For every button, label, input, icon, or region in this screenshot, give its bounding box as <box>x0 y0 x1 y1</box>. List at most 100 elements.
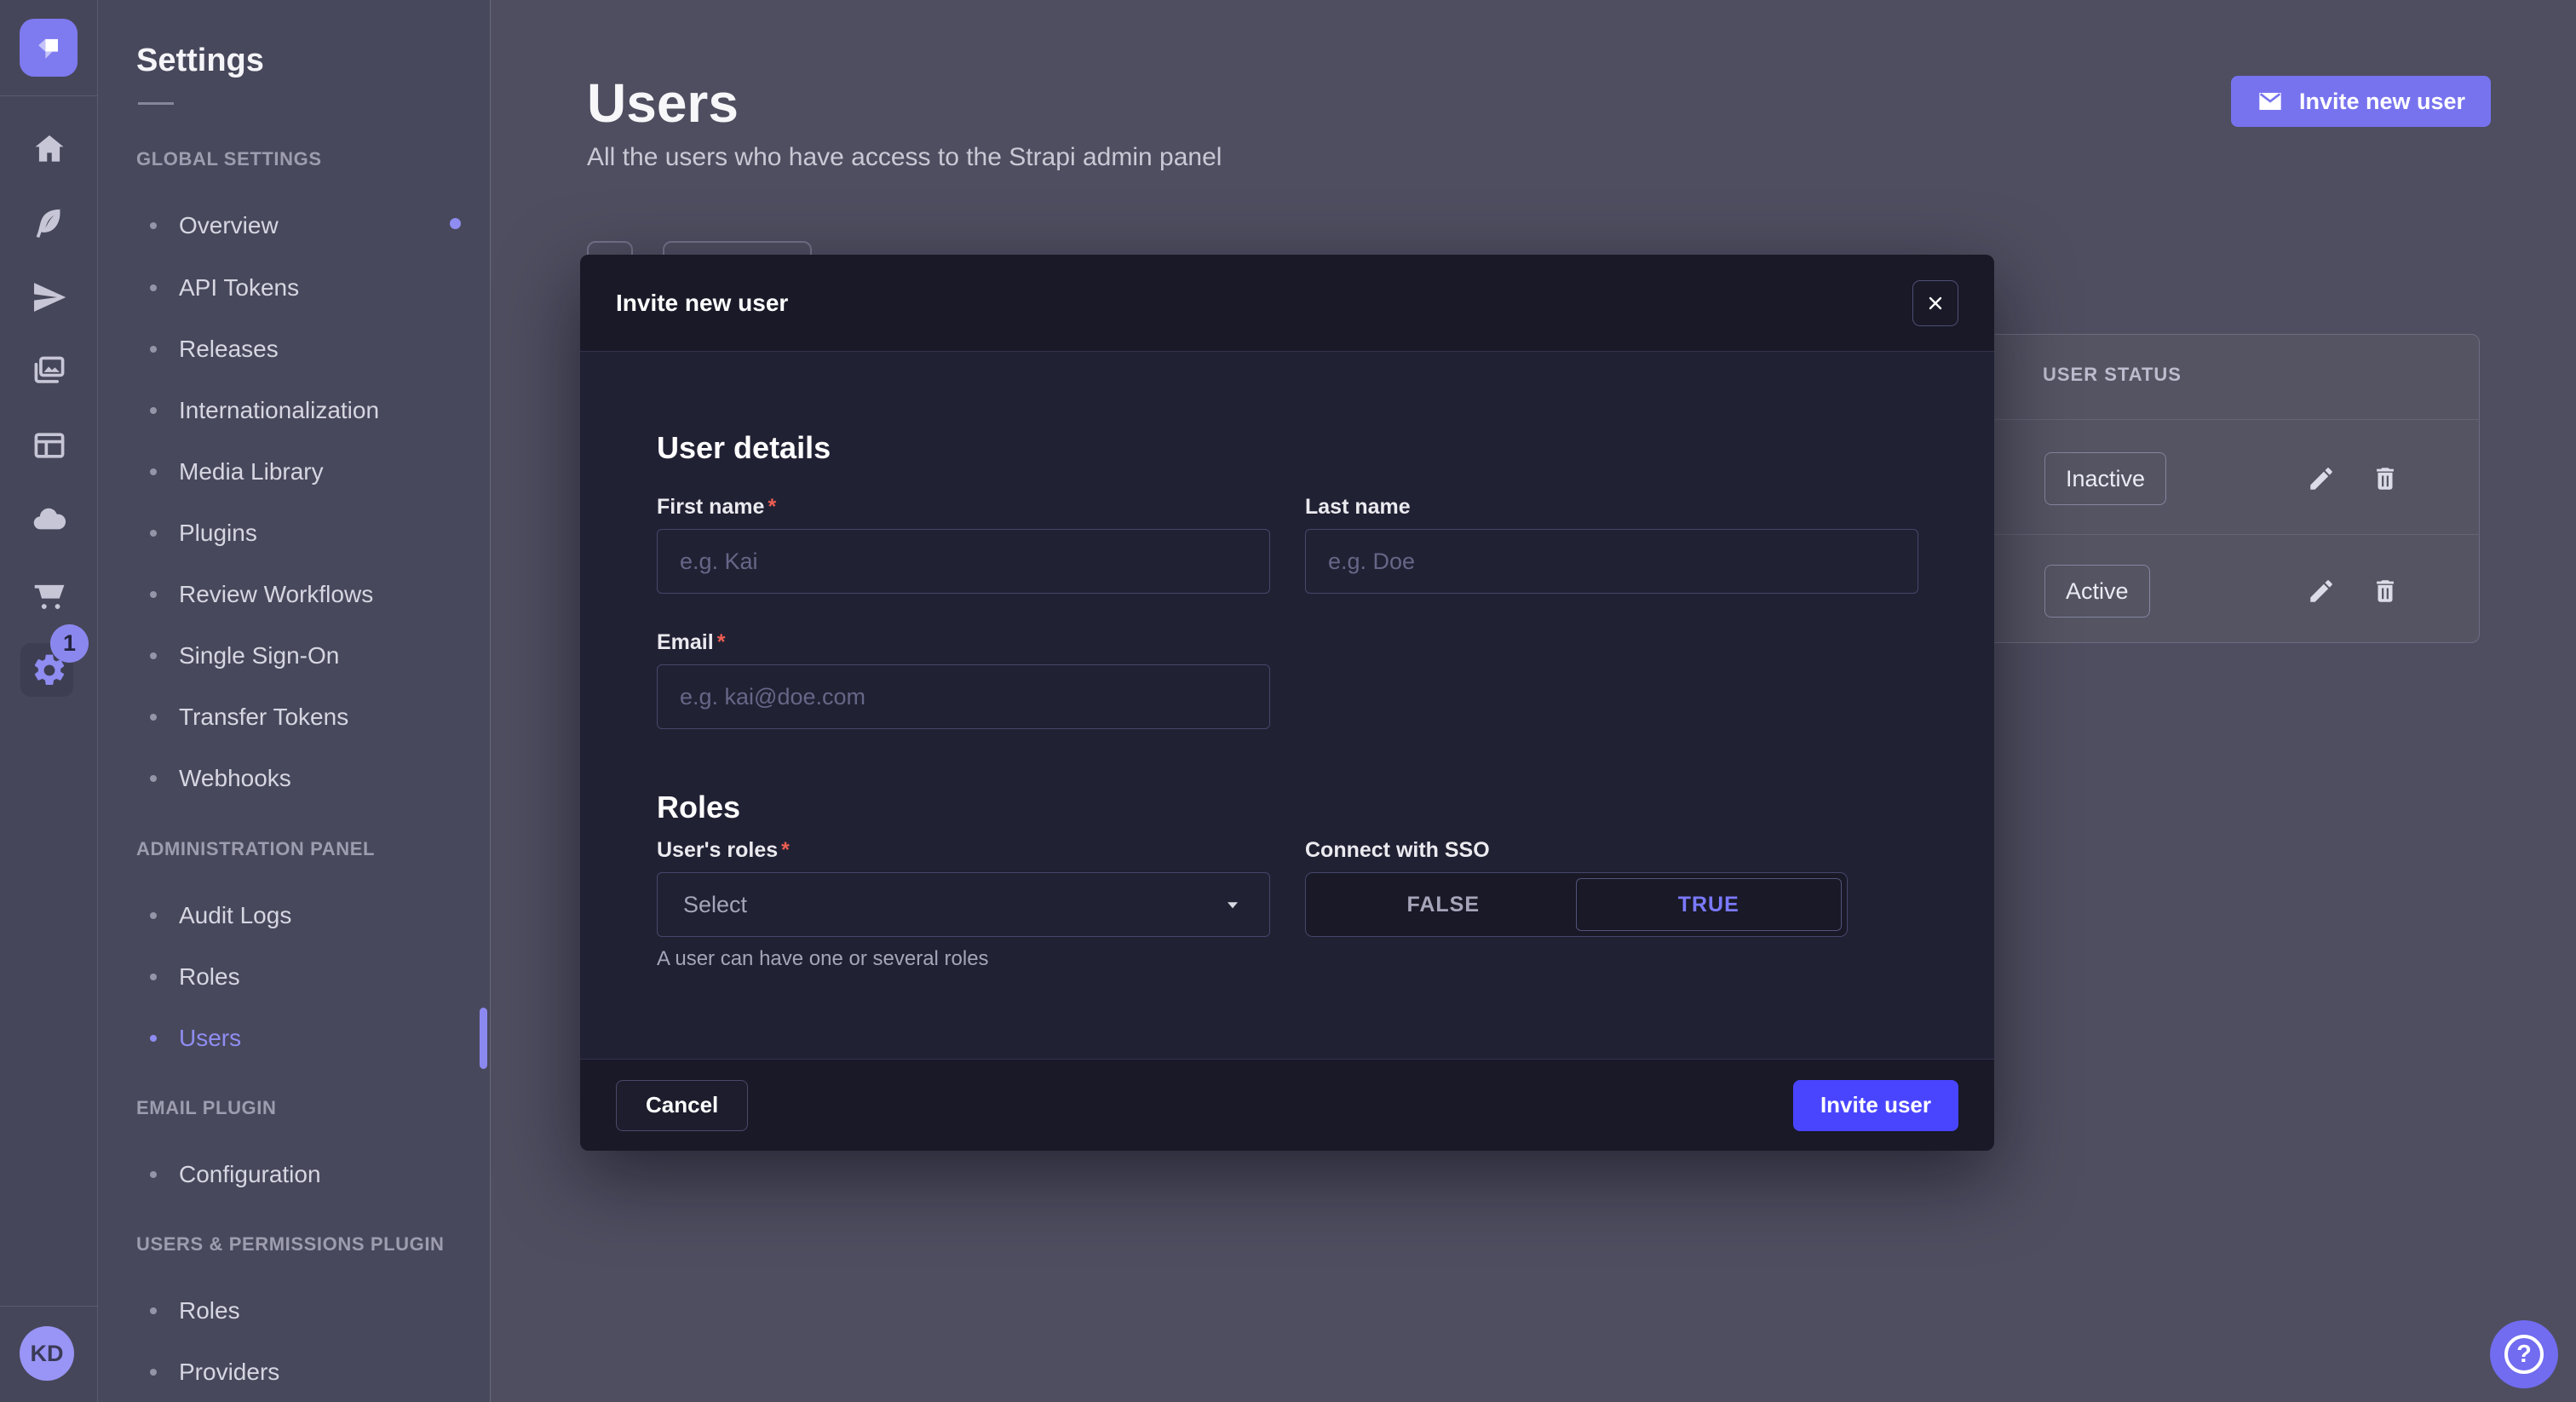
email-input[interactable] <box>657 664 1270 729</box>
invite-user-modal: Invite new user User details First name*… <box>580 255 1994 1151</box>
bullet-icon <box>150 912 157 919</box>
sidebar-item-plugins[interactable]: Plugins <box>136 516 257 550</box>
paper-plane-icon <box>31 279 68 316</box>
settings-notification-badge: 1 <box>50 624 89 663</box>
bullet-icon <box>150 530 157 537</box>
rail-bottom-divider <box>0 1306 97 1307</box>
roles-hint: A user can have one or several roles <box>657 947 989 971</box>
sidebar-item-single-sign-on[interactable]: Single Sign-On <box>136 639 339 673</box>
email-label: Email* <box>657 630 725 655</box>
user-avatar[interactable]: KD <box>20 1326 74 1381</box>
help-button[interactable]: ? <box>2490 1320 2558 1388</box>
sidebar-item-media-library[interactable] <box>0 346 98 397</box>
sidebar-item-marketplace[interactable] <box>0 568 98 619</box>
sidebar-item-up-roles[interactable]: Roles <box>136 1294 240 1328</box>
last-name-input[interactable] <box>1305 529 1918 594</box>
sidebar-item-cloud[interactable] <box>0 494 98 545</box>
rail-divider <box>0 95 97 96</box>
roles-heading: Roles <box>657 790 740 825</box>
images-icon <box>31 353 68 390</box>
cancel-button[interactable]: Cancel <box>616 1080 748 1131</box>
bullet-icon <box>150 652 157 659</box>
question-mark-icon: ? <box>2504 1335 2544 1374</box>
section-administration-panel: ADMINISTRATION PANEL <box>136 838 375 860</box>
sidebar-item-review-workflows[interactable]: Review Workflows <box>136 577 373 612</box>
bullet-icon <box>150 1171 157 1178</box>
status-badge: Active <box>2044 565 2150 618</box>
roles-select-value: Select <box>683 892 747 918</box>
main-nav-rail: 1 KD <box>0 0 98 1402</box>
settings-sidebar: Settings GLOBAL SETTINGS Overview API To… <box>98 0 491 1402</box>
sidebar-item-media-library[interactable]: Media Library <box>136 455 324 489</box>
invite-user-submit-button[interactable]: Invite user <box>1793 1080 1958 1131</box>
modal-header: Invite new user <box>580 255 1994 352</box>
bullet-icon <box>150 714 157 721</box>
pencil-icon <box>2307 577 2336 606</box>
modal-title: Invite new user <box>616 290 788 317</box>
bullet-icon <box>150 284 157 291</box>
required-mark: * <box>781 838 790 862</box>
user-details-heading: User details <box>657 430 831 466</box>
required-mark: * <box>768 495 776 519</box>
modal-body: User details First name* Last name Email… <box>580 352 1994 1059</box>
sidebar-item-admin-roles[interactable]: Roles <box>136 960 240 994</box>
sidebar-item-transfer-tokens[interactable]: Transfer Tokens <box>136 700 348 734</box>
roles-select[interactable]: Select <box>657 872 1270 937</box>
bullet-icon <box>150 407 157 414</box>
sidebar-item-internationalization[interactable]: Internationalization <box>136 394 379 428</box>
bullet-icon <box>150 591 157 598</box>
sidebar-item-home[interactable] <box>0 124 98 175</box>
bullet-icon <box>150 222 157 229</box>
sidebar-item-overview[interactable]: Overview <box>136 209 279 243</box>
sso-toggle: FALSE TRUE <box>1305 872 1848 937</box>
first-name-input[interactable] <box>657 529 1270 594</box>
last-name-label: Last name <box>1305 495 1411 520</box>
bullet-icon <box>150 1307 157 1314</box>
status-badge: Inactive <box>2044 452 2166 505</box>
title-underline <box>138 102 174 105</box>
sso-label: Connect with SSO <box>1305 838 1490 863</box>
column-header-user-status: USER STATUS <box>2043 364 2182 386</box>
close-modal-button[interactable] <box>1912 280 1958 326</box>
sidebar-item-releases[interactable]: Releases <box>136 332 279 366</box>
invite-new-user-button[interactable]: Invite new user <box>2231 76 2491 127</box>
bullet-icon <box>150 468 157 475</box>
section-email-plugin: EMAIL PLUGIN <box>136 1097 276 1119</box>
delete-user-button[interactable] <box>2366 572 2404 610</box>
edit-user-button[interactable] <box>2303 572 2340 610</box>
sidebar-item-webhooks[interactable]: Webhooks <box>136 761 291 796</box>
bullet-icon <box>150 346 157 353</box>
sidebar-item-configuration[interactable]: Configuration <box>136 1158 321 1192</box>
users-roles-label: User's roles* <box>657 838 790 863</box>
layout-icon <box>31 427 68 464</box>
first-name-label: First name* <box>657 495 776 520</box>
section-users-permissions-plugin: USERS & PERMISSIONS PLUGIN <box>136 1233 445 1255</box>
page-title: Users <box>587 72 739 135</box>
chevron-down-icon <box>1222 893 1244 916</box>
cart-icon <box>31 575 68 612</box>
sidebar-item-content-type-builder[interactable] <box>0 198 98 249</box>
sidebar-item-content-manager[interactable] <box>0 420 98 471</box>
sidebar-scrollbar[interactable] <box>480 1008 487 1069</box>
bullet-icon <box>150 1035 157 1042</box>
sso-false-option[interactable]: FALSE <box>1311 878 1576 931</box>
sidebar-item-api-tokens[interactable]: API Tokens <box>136 271 299 305</box>
sidebar-item-users[interactable]: Users <box>136 1021 241 1055</box>
bullet-icon <box>150 1369 157 1376</box>
bullet-icon <box>150 775 157 782</box>
sidebar-item-providers[interactable]: Providers <box>136 1355 279 1389</box>
section-global-settings: GLOBAL SETTINGS <box>136 148 322 170</box>
close-icon <box>1925 293 1946 313</box>
modal-footer: Cancel Invite user <box>580 1059 1994 1151</box>
settings-sidebar-title: Settings <box>136 43 264 79</box>
home-icon <box>31 130 68 168</box>
sidebar-item-audit-logs[interactable]: Audit Logs <box>136 899 291 933</box>
strapi-logo[interactable] <box>20 19 78 77</box>
sidebar-item-deploy[interactable] <box>0 272 98 323</box>
sso-true-option[interactable]: TRUE <box>1576 878 1843 931</box>
trash-icon <box>2371 464 2400 493</box>
delete-user-button[interactable] <box>2366 460 2404 497</box>
strapi-logo-icon <box>30 29 67 66</box>
edit-user-button[interactable] <box>2303 460 2340 497</box>
bullet-icon <box>150 974 157 980</box>
